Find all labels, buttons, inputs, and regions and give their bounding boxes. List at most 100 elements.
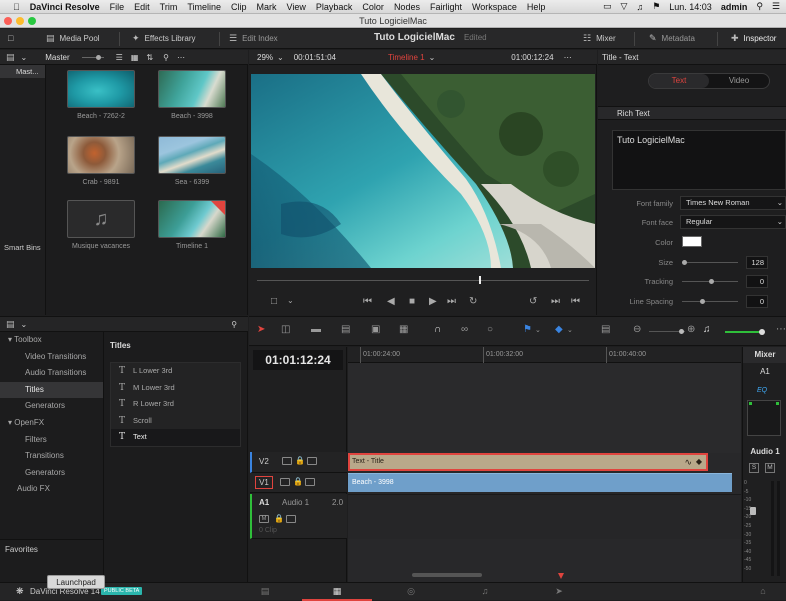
tree-toolbox[interactable]: ▾ Toolbox — [0, 332, 103, 349]
tree-filters[interactable]: Filters — [0, 432, 103, 449]
fader-handle[interactable] — [750, 507, 756, 515]
go-to-start-icon[interactable]: ⏮ — [363, 296, 372, 307]
step-back-icon[interactable]: ◀ — [387, 296, 395, 307]
tree-transitions[interactable]: Transitions — [0, 448, 103, 465]
viewer-scrubber[interactable] — [257, 276, 589, 284]
menu-view[interactable]: View — [287, 2, 306, 12]
inspector-button[interactable]: ✚ Inspector — [731, 33, 776, 44]
clip-thumbnail[interactable]: ♫ Musique vacances — [66, 200, 136, 250]
audio-track-name[interactable]: Audio 1 — [282, 498, 309, 507]
line-spacing-slider[interactable] — [682, 299, 738, 304]
clip-thumbnail[interactable]: Beach - 3998 — [157, 70, 227, 120]
menubar-user[interactable]: admin — [721, 2, 748, 12]
master-bin-item[interactable]: Mast... — [0, 65, 45, 78]
video-clip[interactable]: Beach - 3998 — [348, 473, 732, 492]
tree-video-transitions[interactable]: Video Transitions — [0, 349, 103, 366]
snapping-icon[interactable]: ∩ — [434, 324, 441, 335]
fairlight-page-icon[interactable]: ♫ — [460, 586, 510, 596]
trim-tool-icon[interactable]: ◫ — [281, 324, 290, 335]
menu-fairlight[interactable]: Fairlight — [430, 2, 462, 12]
menu-playback[interactable]: Playback — [316, 2, 353, 12]
match-frame-icon[interactable]: ↺ — [529, 296, 537, 307]
menubar-clock[interactable]: Lun. 14:03 — [669, 2, 712, 12]
tree-generators[interactable]: Generators — [0, 398, 103, 415]
tracking-slider[interactable] — [682, 279, 738, 284]
close-window-button[interactable] — [4, 17, 12, 25]
more-options-icon[interactable]: ⋯ — [776, 324, 786, 335]
eq-graph[interactable] — [747, 400, 781, 436]
chevron-down-icon[interactable]: ⌄ — [21, 53, 28, 62]
tab-text[interactable]: Text — [649, 74, 709, 88]
go-to-end-icon[interactable]: ⏭ — [447, 296, 456, 307]
color-swatch[interactable] — [682, 236, 702, 247]
menu-nodes[interactable]: Nodes — [394, 2, 420, 12]
menu-timeline[interactable]: Timeline — [187, 2, 221, 12]
overwrite-clip-icon[interactable]: ▣ — [371, 324, 380, 335]
font-face-dropdown[interactable]: Regular ⌄ — [680, 215, 786, 229]
deliver-page-icon[interactable]: ➤ — [534, 586, 584, 597]
lock-icon[interactable]: 🔒 — [295, 456, 305, 465]
timeline-ruler[interactable]: 01:00:24:00 01:00:32:00 01:00:40:00 — [348, 347, 741, 363]
lock-icon[interactable]: 🔒 — [274, 514, 284, 523]
crop-icon[interactable]: □ — [271, 296, 277, 307]
mute-button[interactable]: M — [259, 514, 269, 523]
auto-select-icon[interactable] — [286, 514, 297, 523]
airplay-icon[interactable]: ▭ — [603, 1, 612, 12]
wifi-icon[interactable]: ▽ — [621, 1, 628, 12]
menu-file[interactable]: File — [110, 2, 125, 12]
tree-audio-fx[interactable]: Audio FX — [0, 481, 103, 498]
tab-video[interactable]: Video — [709, 74, 769, 88]
stop-icon[interactable]: ■ — [409, 296, 415, 307]
zoom-window-button[interactable] — [28, 17, 36, 25]
font-family-dropdown[interactable]: Times New Roman ⌄ — [680, 196, 786, 210]
clip-thumbnail[interactable]: Crab - 9891 — [66, 136, 136, 186]
rich-text-field[interactable]: Tuto LogicielMac — [612, 130, 786, 190]
title-item[interactable]: T Text — [111, 429, 240, 446]
spotlight-icon[interactable]: ⚲ — [756, 1, 763, 12]
clip-thumbnail[interactable]: Beach - 7262-2 — [66, 70, 136, 120]
panel-toggle-button[interactable]: □ — [8, 33, 13, 43]
menu-edit[interactable]: Edit — [134, 2, 150, 12]
auto-select-icon[interactable] — [307, 456, 318, 465]
color-page-icon[interactable]: ◎ — [386, 586, 436, 597]
clip-thumbnail[interactable]: Sea - 6399 — [157, 136, 227, 186]
metadata-button[interactable]: ✎ Metadata — [649, 33, 695, 44]
menu-color[interactable]: Color — [362, 2, 384, 12]
zoom-in-icon[interactable]: ⊕ — [687, 324, 695, 335]
grid-view-icon[interactable]: ▦ — [131, 53, 139, 62]
solo-button[interactable]: S — [749, 463, 759, 473]
chevron-down-icon[interactable]: ⌄ — [277, 53, 284, 62]
flag-icon[interactable]: ⚑ — [652, 1, 660, 12]
apple-icon[interactable]:  — [13, 2, 20, 12]
volume-icon[interactable]: ♫ — [636, 2, 643, 12]
mute-button[interactable]: M — [765, 463, 775, 473]
title-item[interactable]: T L Lower 3rd — [111, 363, 240, 380]
auto-select-icon[interactable] — [305, 477, 316, 486]
title-item[interactable]: T M Lower 3rd — [111, 380, 240, 397]
tracking-value[interactable]: 0 — [746, 275, 768, 288]
chevron-down-icon[interactable]: ⌄ — [535, 326, 541, 334]
speaker-icon[interactable]: ♫ — [703, 324, 711, 335]
panel-list-icon[interactable]: ▤ — [6, 319, 15, 330]
edit-index-button[interactable]: ☰ Edit Index — [229, 33, 278, 44]
flag-icon[interactable]: ⚑ — [523, 324, 532, 335]
size-slider[interactable] — [682, 260, 738, 265]
notification-icon[interactable]: ☰ — [772, 1, 780, 12]
replace-clip-icon[interactable]: ▦ — [399, 324, 408, 335]
sort-icon[interactable]: ⇅ — [146, 53, 153, 62]
tree-openfx[interactable]: ▾ OpenFX — [0, 415, 103, 432]
zoom-slider[interactable] — [649, 329, 685, 334]
mixer-button[interactable]: ☷ Mixer — [583, 33, 616, 44]
zoom-out-icon[interactable]: ⊖ — [633, 324, 641, 335]
selection-tool-icon[interactable]: ➤ — [257, 324, 265, 335]
search-icon[interactable]: ⚲ — [231, 320, 237, 329]
tree-audio-transitions[interactable]: Audio Transitions — [0, 365, 103, 382]
monitor-icon[interactable] — [282, 456, 292, 465]
lock-icon[interactable]: ○ — [487, 324, 493, 335]
timeline-view-icon[interactable]: ▤ — [601, 324, 610, 335]
menu-trim[interactable]: Trim — [160, 2, 178, 12]
tree-openfx-generators[interactable]: Generators — [0, 465, 103, 482]
link-icon[interactable]: ∞ — [461, 324, 468, 335]
media-pool-button[interactable]: ▤ Media Pool — [46, 33, 100, 44]
lock-icon[interactable]: 🔒 — [293, 477, 303, 486]
